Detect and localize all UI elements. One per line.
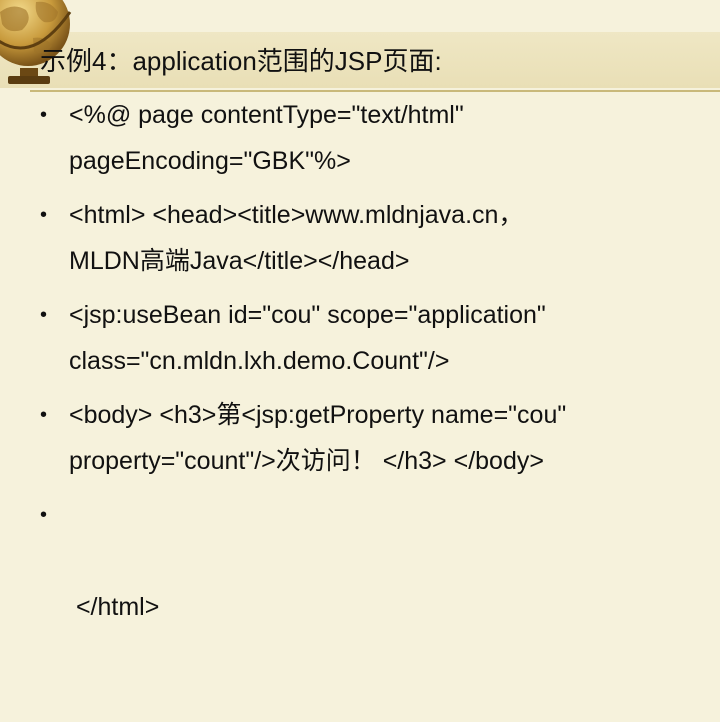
bullet-line: class="cn.mldn.lxh.demo.Count"/>: [69, 347, 450, 375]
bullet-icon: •: [40, 204, 48, 226]
bullet-line: </html>: [69, 593, 160, 621]
bullet-line: MLDN高端Java</title></head>: [69, 247, 410, 275]
bullet-line: property="count"/>次访问！ </h3> </body>: [69, 447, 544, 475]
bullet-line: <html> <head><title>www.mldnjava.cn，: [69, 201, 524, 229]
slide-title: 示例4：application范围的JSP页面:: [40, 46, 442, 76]
bullet-line: <jsp:useBean id="cou" scope="application…: [69, 301, 546, 329]
bullet-icon: •: [40, 304, 48, 326]
bullet-line: <body> <h3>第<jsp:getProperty name="cou": [69, 401, 567, 429]
slide: 示例4：application范围的JSP页面: • <%@ page cont…: [0, 0, 720, 621]
bullet-icon: •: [40, 104, 48, 126]
bullet-icon: •: [40, 404, 48, 426]
bullet-icon: •: [40, 504, 48, 526]
bullet-line: <%@ page contentType="text/html": [69, 101, 464, 129]
bullet-line: pageEncoding="GBK"%>: [69, 147, 351, 175]
